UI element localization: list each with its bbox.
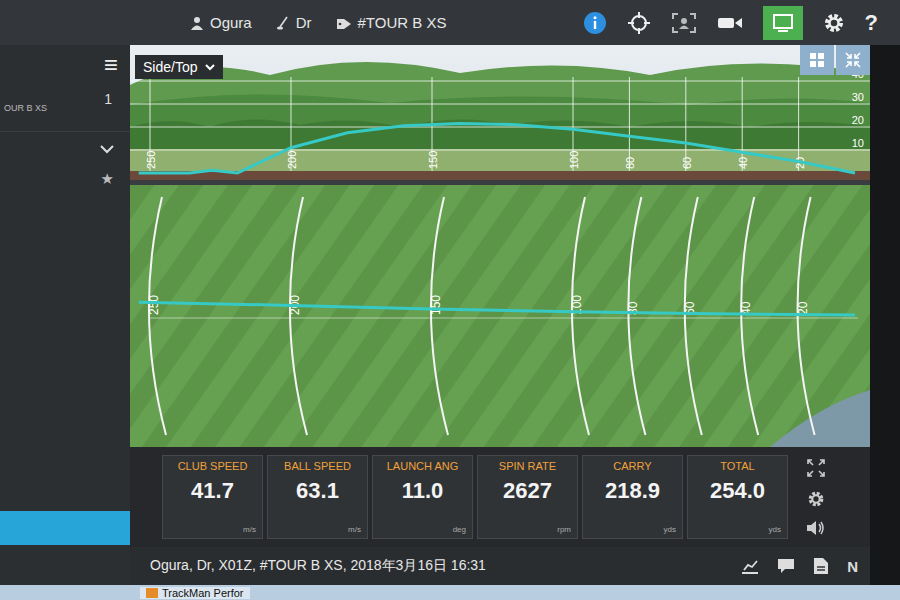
grid-icon	[809, 52, 825, 68]
distance-arc	[628, 197, 645, 435]
menu-button[interactable]: ≡	[104, 53, 118, 77]
chevron-down-icon[interactable]	[100, 144, 114, 154]
distance-tick: 200	[286, 151, 298, 169]
help-button[interactable]: ?	[865, 10, 878, 36]
distance-tick: 250	[145, 151, 157, 169]
ball-trajectory	[139, 124, 855, 173]
height-gridline	[130, 81, 870, 82]
side-view-chart: 4030201025020015010080604020	[130, 45, 870, 180]
height-tick: 20	[852, 114, 864, 126]
distance-arc	[149, 197, 166, 435]
status-bar: Ogura, Dr, X01Z, #TOUR B XS, 2018年3月16日 …	[130, 547, 870, 585]
top-view: 25020015010080604020	[130, 185, 870, 447]
tag-icon	[336, 16, 352, 30]
gear-icon[interactable]	[823, 12, 845, 34]
distance-tick: 250	[147, 295, 161, 315]
player-label[interactable]: Ogura	[190, 14, 252, 31]
ball-label[interactable]: #TOUR B XS	[336, 14, 447, 31]
trackman-screen: Ogura Dr #TOUR B XS ? ≡ OUR B XS 1 ★ 40 3…	[0, 0, 900, 600]
metric-card: BALL SPEED 63.1 m/s	[267, 455, 368, 539]
view-selector[interactable]: Side/Top	[135, 55, 223, 79]
layout-toggle[interactable]	[763, 6, 803, 40]
document-icon[interactable]	[813, 557, 829, 575]
metric-card: CARRY 218.9 yds	[582, 455, 683, 539]
app-icon	[146, 588, 158, 598]
height-gridline	[130, 104, 870, 105]
distance-tick: 150	[427, 151, 439, 169]
distance-arc	[290, 197, 307, 435]
top-bar: Ogura Dr #TOUR B XS ?	[0, 0, 900, 45]
distance-arc	[685, 197, 702, 435]
distance-tick: 20	[796, 301, 810, 315]
club-label[interactable]: Dr	[276, 14, 312, 31]
distance-tick: 60	[681, 157, 693, 169]
distance-arc	[572, 197, 589, 435]
person-icon	[190, 16, 204, 30]
layout-icon	[773, 14, 793, 32]
selection-bar[interactable]	[0, 511, 130, 545]
metric-card: LAUNCH ANG 11.0 deg	[372, 455, 473, 539]
monitor-bezel	[870, 45, 900, 585]
collapse-button[interactable]	[836, 45, 870, 75]
distance-tick: 150	[429, 295, 443, 315]
height-gridline	[130, 150, 870, 151]
pane-divider[interactable]	[130, 180, 870, 185]
metric-card: CLUB SPEED 41.7 m/s	[162, 455, 263, 539]
favorite-star[interactable]: ★	[101, 170, 114, 188]
caret-down-icon	[205, 64, 215, 71]
height-tick: 10	[852, 137, 864, 149]
split-view-button[interactable]	[800, 45, 834, 75]
ball-path	[139, 302, 855, 315]
fullscreen-icon[interactable]	[806, 458, 826, 478]
target-line	[150, 318, 858, 319]
crosshair-icon[interactable]	[627, 11, 651, 35]
distance-tick: 80	[624, 157, 636, 169]
speaker-icon[interactable]	[806, 520, 826, 536]
height-gridline	[130, 127, 870, 128]
height-tick: 30	[852, 91, 864, 103]
north-button[interactable]: N	[847, 558, 858, 575]
chart-icon[interactable]	[741, 558, 759, 574]
shot-item[interactable]: OUR B XS 1	[0, 77, 130, 132]
shot-info: Ogura, Dr, X01Z, #TOUR B XS, 2018年3月16日 …	[150, 557, 741, 575]
info-icon[interactable]	[583, 11, 607, 35]
taskbar: TrackMan Perfor	[0, 585, 900, 600]
distance-arc	[431, 197, 448, 435]
side-view: 4030201025020015010080604020 Side/Top	[130, 45, 870, 180]
top-view-chart: 25020015010080604020	[130, 185, 870, 447]
settings-icon[interactable]	[807, 490, 825, 508]
club-icon	[276, 16, 290, 30]
sidebar: ≡ OUR B XS 1 ★	[0, 45, 130, 585]
player-frame-icon[interactable]	[671, 12, 697, 34]
distance-arc	[741, 197, 758, 435]
metric-card: TOTAL 254.0 yds	[687, 455, 788, 539]
comment-icon[interactable]	[777, 558, 795, 574]
metric-card: SPIN RATE 2627 rpm	[477, 455, 578, 539]
distance-tick: 40	[737, 157, 749, 169]
distance-tick: 100	[568, 151, 580, 169]
collapse-icon	[845, 52, 861, 68]
taskbar-app[interactable]: TrackMan Perfor	[140, 587, 250, 599]
camera-icon[interactable]	[717, 15, 743, 31]
